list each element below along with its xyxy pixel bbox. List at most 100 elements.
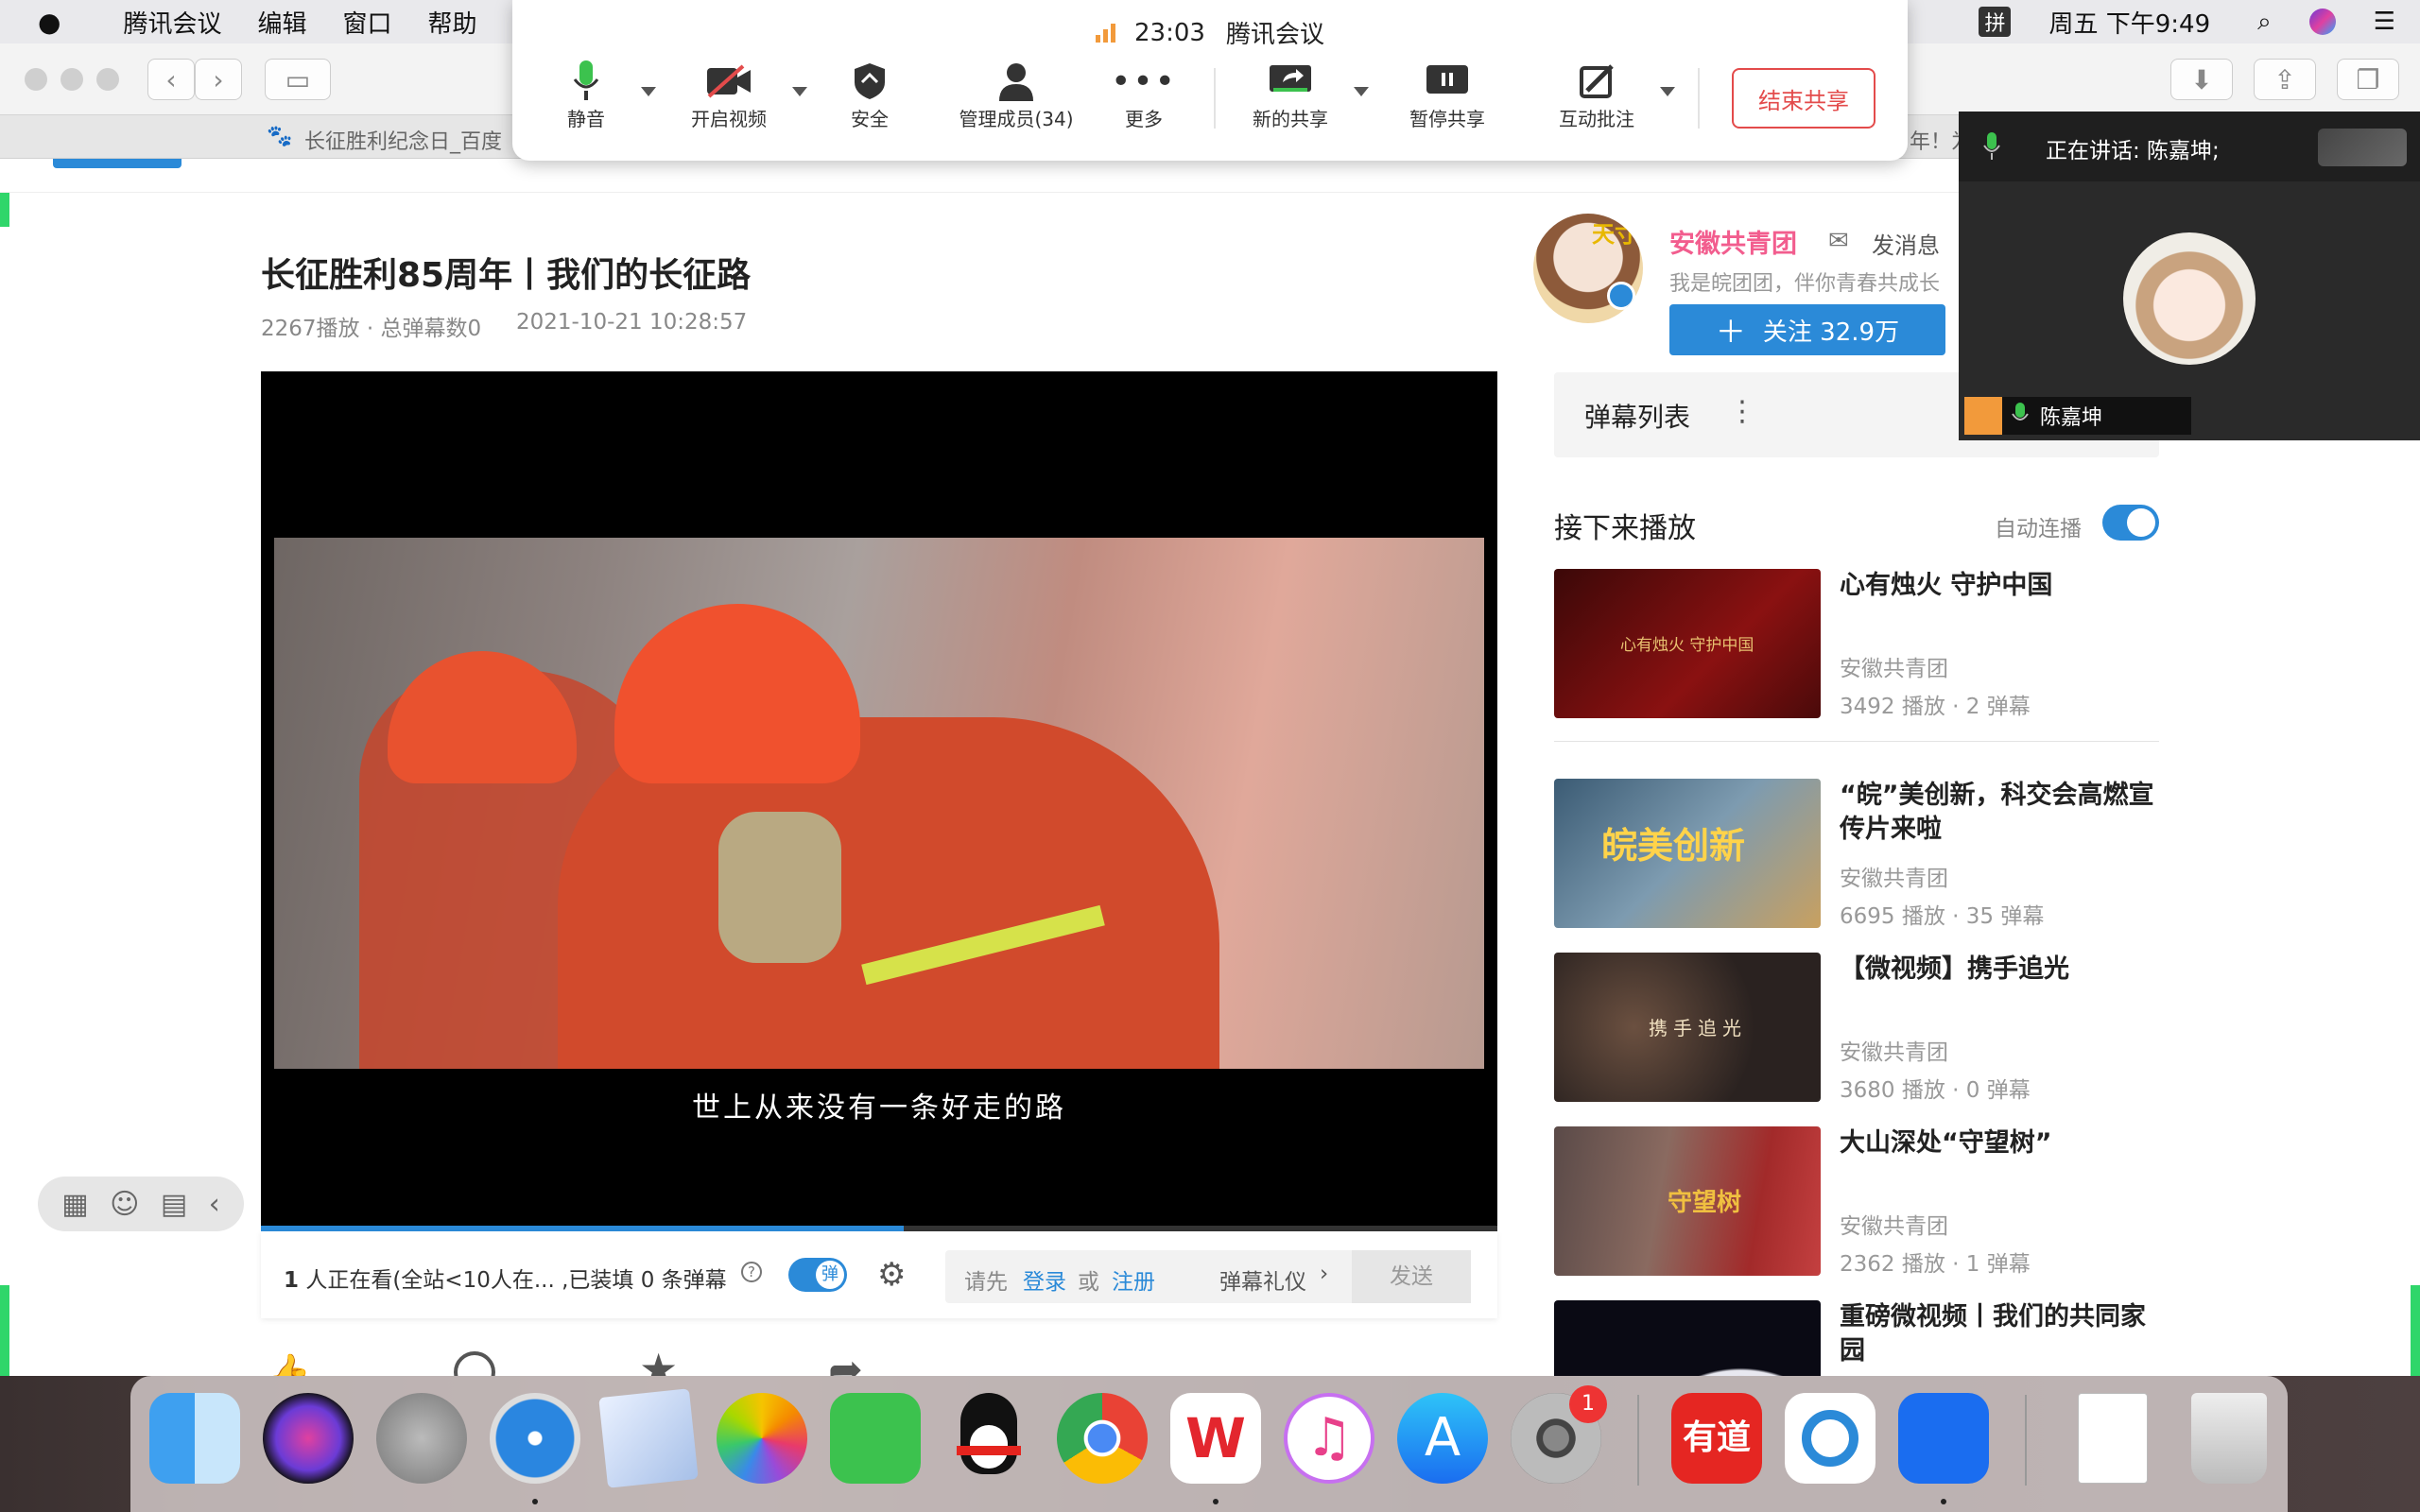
- running-indicator: [532, 1499, 538, 1504]
- menubar-clock[interactable]: 周五 下午9:49: [2048, 5, 2210, 40]
- plus-icon: ＋: [1715, 314, 1746, 350]
- shield-icon: [855, 63, 885, 99]
- tabs-overview-button[interactable]: ❐: [2337, 59, 2399, 100]
- share-button[interactable]: ⇪: [2254, 59, 2316, 100]
- menu-edit[interactable]: 编辑: [257, 5, 306, 40]
- window-zoom-button[interactable]: [96, 68, 119, 91]
- new-share-button[interactable]: 新的共享: [1248, 59, 1333, 131]
- wps-icon[interactable]: W: [1170, 1393, 1261, 1484]
- danmaku-bar: 1 人正在看(全站<10人在... ,已装填 0 条弹幕 ? 弹 ⚙ 请先 登录…: [261, 1231, 1497, 1318]
- photos-icon[interactable]: [717, 1393, 807, 1484]
- participant-avatar: [2123, 232, 2256, 365]
- uploader-bio: 我是皖团团，伴你青春共成长: [1669, 272, 1941, 296]
- pause-icon: [1426, 65, 1468, 94]
- tab-baidu[interactable]: 长征胜利纪念日_百度: [304, 125, 502, 155]
- collapse-icon[interactable]: ‹: [209, 1188, 220, 1221]
- uploader-avatar[interactable]: 天寸: [1533, 214, 1643, 323]
- register-link[interactable]: 注册: [1112, 1263, 1155, 1296]
- safari-icon[interactable]: [490, 1393, 580, 1484]
- up-next-item[interactable]: 守望树 大山深处“守望树” 安徽共青团 2362 播放 · 1 弹幕: [1554, 1126, 2159, 1278]
- notification-center-icon[interactable]: ☰: [2374, 8, 2395, 36]
- meeting-toolbar: 23:03 腾讯会议 静音 开启视频 安全 管理成员(34) ••• 更多 新的…: [512, 0, 1908, 161]
- microphone-icon: [2012, 403, 2029, 421]
- chat-icon[interactable]: ▤: [161, 1188, 187, 1221]
- pause-share-button[interactable]: 暂停共享: [1405, 59, 1490, 131]
- danmaku-input[interactable]: 请先 登录 或 注册 弹幕礼仪 › 发送: [945, 1250, 1471, 1303]
- finder-icon[interactable]: [149, 1393, 240, 1484]
- annotate-button[interactable]: 互动批注: [1554, 59, 1639, 131]
- mute-options-dropdown[interactable]: [641, 87, 656, 96]
- item-title: 大山深处“守望树”: [1840, 1128, 2052, 1158]
- tencent-meeting-icon[interactable]: [1898, 1393, 1989, 1484]
- video-options-dropdown[interactable]: [792, 87, 807, 96]
- music-icon[interactable]: ♫: [1284, 1393, 1374, 1484]
- login-link[interactable]: 登录: [1023, 1263, 1066, 1296]
- siri-icon[interactable]: [263, 1393, 354, 1484]
- menu-window[interactable]: 窗口: [342, 5, 391, 40]
- chrome-icon[interactable]: [1057, 1393, 1148, 1484]
- danmaku-toggle-knob: 弹: [816, 1261, 844, 1289]
- annotate-options-dropdown[interactable]: [1660, 87, 1675, 96]
- up-next-item[interactable]: 心有烛火 守护中国 心有烛火 守护中国 安徽共青团 3492 播放 · 2 弹幕: [1554, 569, 2159, 720]
- back-button[interactable]: ‹: [147, 59, 195, 100]
- dock-separator: [2025, 1395, 2027, 1486]
- baidu-netdisk-icon[interactable]: [1785, 1393, 1876, 1484]
- menu-app[interactable]: 腾讯会议: [123, 5, 221, 40]
- send-message-link[interactable]: 发消息: [1872, 227, 1940, 260]
- up-next-item[interactable]: 重磅微视频丨我们的共同家园: [1554, 1300, 2159, 1376]
- autoplay-toggle[interactable]: [2102, 505, 2159, 541]
- manage-members-button[interactable]: 管理成员(34): [945, 59, 1087, 131]
- qq-icon[interactable]: [943, 1393, 1034, 1484]
- camera-off-icon: [707, 64, 751, 98]
- help-icon[interactable]: ?: [741, 1262, 762, 1282]
- apple-icon[interactable]: ●: [38, 7, 60, 38]
- etiquette-link[interactable]: 弹幕礼仪: [1219, 1263, 1306, 1296]
- danmaku-list-title: 弹幕列表: [1584, 402, 1691, 433]
- meeting-video-panel[interactable]: 正在讲话: 陈嘉坤; 陈嘉坤: [1959, 112, 2420, 440]
- mail-icon[interactable]: ✉: [1828, 227, 1849, 255]
- apps-grid-icon[interactable]: ▦: [61, 1188, 88, 1221]
- site-logo[interactable]: [53, 159, 182, 168]
- share-options-dropdown[interactable]: [1354, 87, 1369, 96]
- item-channel: 安徽共青团: [1840, 867, 1948, 891]
- item-channel: 安徽共青团: [1840, 1214, 1948, 1239]
- send-button[interactable]: 发送: [1352, 1250, 1471, 1303]
- documents-stack-icon[interactable]: [2078, 1393, 2148, 1484]
- mail-app-icon[interactable]: [598, 1388, 699, 1488]
- video-button[interactable]: 开启视频: [686, 59, 771, 131]
- ime-indicator[interactable]: 拼: [1979, 7, 2012, 37]
- trash-icon[interactable]: [2191, 1393, 2267, 1484]
- video-player[interactable]: 世上从来没有一条好走的路: [261, 371, 1497, 1231]
- more-vertical-icon[interactable]: ⋮: [1728, 395, 1756, 428]
- spotlight-icon[interactable]: ⌕: [2257, 8, 2272, 37]
- follow-button[interactable]: ＋关注 32.9万: [1669, 304, 1945, 355]
- uploader-name[interactable]: 安徽共青团: [1669, 223, 1797, 260]
- more-button[interactable]: ••• 更多: [1111, 59, 1175, 131]
- security-button[interactable]: 安全: [839, 59, 900, 131]
- login-prompt: 请先: [964, 1270, 1008, 1295]
- danmaku-toggle[interactable]: 弹: [788, 1258, 847, 1292]
- sidebar-toggle-button[interactable]: ▭: [265, 59, 331, 100]
- app-store-icon[interactable]: A: [1397, 1393, 1488, 1484]
- autoplay-toggle-knob: [2127, 508, 2155, 537]
- launchpad-icon[interactable]: [376, 1393, 467, 1484]
- viewer-info: 1 人正在看(全站<10人在... ,已装填 0 条弹幕: [284, 1268, 727, 1293]
- downloads-button[interactable]: ⬇: [2170, 59, 2233, 100]
- item-stats: 3680 播放 · 0 弹幕: [1840, 1078, 2031, 1103]
- danmaku-settings-icon[interactable]: ⚙: [877, 1256, 906, 1294]
- mute-button[interactable]: 静音: [556, 59, 616, 131]
- youdao-icon[interactable]: 有道: [1671, 1393, 1762, 1484]
- running-indicator: [1213, 1499, 1219, 1504]
- thumbnail: 守望树: [1554, 1126, 1821, 1276]
- forward-button[interactable]: ›: [195, 59, 242, 100]
- emoji-icon[interactable]: ☺: [110, 1188, 139, 1221]
- end-share-button[interactable]: 结束共享: [1732, 68, 1876, 129]
- wechat-icon[interactable]: [830, 1393, 921, 1484]
- window-close-button[interactable]: [25, 68, 47, 91]
- up-next-item[interactable]: 皖美创新 “皖”美创新，科交会高燃宣传片来啦 安徽共青团 6695 播放 · 3…: [1554, 779, 2159, 930]
- up-next-item[interactable]: 携手追光 【微视频】携手追光 安徽共青团 3680 播放 · 0 弹幕: [1554, 953, 2159, 1104]
- siri-icon[interactable]: [2308, 9, 2336, 35]
- member-icon: [999, 63, 1033, 101]
- window-minimize-button[interactable]: [60, 68, 83, 91]
- menu-help[interactable]: 帮助: [427, 5, 476, 40]
